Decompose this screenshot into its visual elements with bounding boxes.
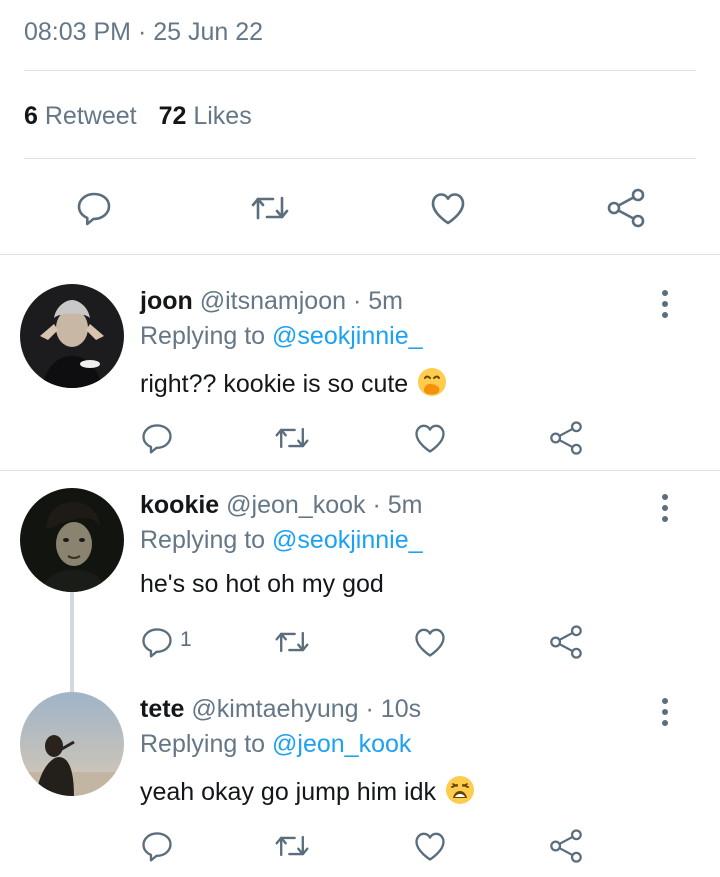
- more-icon[interactable]: [654, 698, 676, 728]
- replying-label: Replying to: [140, 526, 266, 554]
- reply-body: yeah okay go jump him idk: [140, 778, 436, 806]
- reply-time: 5m: [368, 287, 403, 315]
- share-icon[interactable]: [604, 186, 648, 230]
- share-icon[interactable]: [546, 622, 586, 662]
- comment-icon[interactable]: [137, 622, 177, 662]
- tweet-timestamp: 08:03 PM · 25 Jun 22: [24, 18, 264, 46]
- reply-time: 5m: [387, 491, 423, 519]
- mention-link[interactable]: @seokjinnie_: [272, 526, 422, 554]
- retweet-icon[interactable]: [248, 186, 292, 230]
- retweet-count[interactable]: 6: [24, 102, 38, 130]
- reply-text: yeah okay go jump him idk: [140, 774, 476, 813]
- like-count[interactable]: 72: [159, 102, 187, 130]
- share-icon[interactable]: [546, 826, 586, 866]
- comment-icon[interactable]: [137, 418, 177, 458]
- like-label[interactable]: Likes: [193, 102, 251, 130]
- separator-dot: ·: [365, 695, 374, 723]
- author-handle[interactable]: @kimtaehyung: [191, 695, 358, 723]
- reply-text: right?? kookie is so cute: [140, 366, 448, 405]
- avatar[interactable]: [20, 284, 124, 388]
- mention-link[interactable]: @jeon_kook: [272, 730, 411, 758]
- comment-icon[interactable]: [137, 826, 177, 866]
- author-name[interactable]: tete: [140, 695, 184, 723]
- heart-icon[interactable]: [410, 418, 450, 458]
- reply-count: 1: [180, 628, 192, 651]
- heart-icon[interactable]: [410, 622, 450, 662]
- retweet-icon[interactable]: [270, 826, 314, 866]
- avatar[interactable]: [20, 488, 124, 592]
- hand-over-mouth-emoji: [416, 366, 448, 405]
- reply-header: joon @itsnamjoon · 5m: [140, 287, 403, 316]
- reply-header: tete @kimtaehyung · 10s: [140, 695, 421, 724]
- thread-line: [70, 592, 74, 692]
- separator-dot: ·: [372, 491, 381, 519]
- separator-dot: ·: [352, 287, 362, 315]
- retweet-icon[interactable]: [270, 622, 314, 662]
- author-handle[interactable]: @jeon_kook: [226, 491, 365, 519]
- retweet-label[interactable]: Retweet: [45, 102, 137, 130]
- replying-to: Replying to @seokjinnie_: [140, 322, 423, 351]
- share-icon[interactable]: [546, 418, 586, 458]
- author-name[interactable]: joon: [140, 287, 193, 315]
- replying-to: Replying to @jeon_kook: [140, 730, 411, 759]
- replying-label: Replying to: [140, 730, 266, 758]
- replying-label: Replying to: [140, 322, 266, 350]
- reply-header: kookie @jeon_kook · 5m: [140, 491, 422, 520]
- divider: [0, 254, 720, 255]
- author-name[interactable]: kookie: [140, 491, 219, 519]
- more-icon[interactable]: [654, 290, 676, 320]
- more-icon[interactable]: [654, 494, 676, 524]
- mention-link[interactable]: @seokjinnie_: [272, 322, 422, 350]
- reply-body: right?? kookie is so cute: [140, 370, 409, 398]
- heart-icon[interactable]: [410, 826, 450, 866]
- replying-to: Replying to @seokjinnie_: [140, 526, 423, 555]
- avatar[interactable]: [20, 692, 124, 796]
- reply-text: he's so hot oh my god: [140, 570, 384, 598]
- heart-icon[interactable]: [426, 186, 470, 230]
- tweet-action-bar: [0, 186, 720, 230]
- divider: [24, 70, 696, 71]
- weary-face-emoji: [444, 774, 476, 813]
- divider: [24, 158, 696, 159]
- divider: [0, 470, 720, 471]
- reply-time: 10s: [380, 695, 422, 723]
- comment-icon[interactable]: [72, 186, 116, 230]
- retweet-icon[interactable]: [270, 418, 314, 458]
- author-handle[interactable]: @itsnamjoon: [200, 287, 346, 315]
- tweet-stats: 6 Retweet 72 Likes: [24, 102, 252, 131]
